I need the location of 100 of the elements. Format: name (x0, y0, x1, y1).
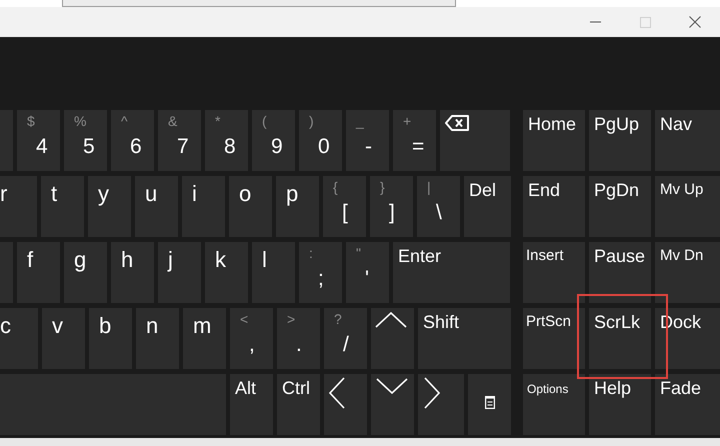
key[interactable]: Nav (655, 110, 720, 171)
shift-symbol: ( (262, 113, 267, 129)
key[interactable]: k (205, 242, 248, 303)
key[interactable]: v (42, 308, 85, 369)
shift-symbol: ) (309, 113, 314, 129)
key[interactable]: n (136, 308, 179, 369)
key[interactable] (324, 374, 367, 435)
key[interactable]: " ' (346, 242, 389, 303)
key[interactable]: ) 0 (299, 110, 342, 171)
key[interactable]: $ 4 (17, 110, 60, 171)
shift-symbol: < (240, 311, 248, 327)
key[interactable]: y (88, 176, 131, 237)
key[interactable]: Ctrl (277, 374, 320, 435)
key[interactable]: Home (523, 110, 585, 171)
key[interactable]: > . (277, 308, 320, 369)
key[interactable]: & 7 (158, 110, 201, 171)
key[interactable]: c (0, 308, 38, 369)
key[interactable]: f (17, 242, 60, 303)
key-label: t (51, 180, 58, 208)
shift-symbol: | (427, 179, 431, 195)
key[interactable] (468, 374, 511, 435)
key[interactable]: < , (230, 308, 273, 369)
shift-symbol: " (356, 245, 361, 261)
key-label: Options (527, 381, 568, 398)
shift-symbol: : (309, 245, 313, 261)
shift-symbol: & (168, 113, 178, 129)
key[interactable]: End (523, 176, 585, 237)
minimize-icon (590, 21, 600, 23)
key[interactable]: ^ 6 (111, 110, 154, 171)
key-label: f (27, 246, 34, 274)
key[interactable]: Mv Up (655, 176, 720, 237)
key[interactable]: _ - (346, 110, 389, 171)
key[interactable]: Shift (418, 308, 511, 369)
key[interactable]: o (229, 176, 272, 237)
key[interactable]: g (64, 242, 107, 303)
key-label: ] (389, 200, 395, 226)
key-label: , (249, 332, 255, 358)
key[interactable]: * 8 (205, 110, 248, 171)
key[interactable]: ( 9 (252, 110, 295, 171)
key[interactable]: Mv Dn (655, 242, 720, 303)
key-label: r (0, 180, 8, 208)
key[interactable]: r (0, 176, 37, 237)
key[interactable]: Insert (523, 242, 585, 303)
key-label: ScrLk (594, 311, 640, 334)
key[interactable]: t (41, 176, 84, 237)
key[interactable]: Fade (655, 374, 720, 435)
key[interactable] (440, 110, 510, 171)
key-label: 0 (318, 134, 330, 160)
key[interactable]: m (183, 308, 226, 369)
key[interactable]: { [ (323, 176, 366, 237)
key-label: Nav (660, 113, 692, 136)
key-label: p (286, 180, 298, 208)
key-label: n (146, 312, 158, 340)
key-label: k (215, 246, 226, 274)
key[interactable]: Pause (589, 242, 651, 303)
key-label: g (74, 246, 86, 274)
key[interactable] (418, 374, 464, 435)
key[interactable]: b (89, 308, 132, 369)
key[interactable]: Enter (393, 242, 510, 303)
shift-symbol: > (287, 311, 296, 327)
key[interactable]: Del (464, 176, 511, 237)
key-label: \ (436, 200, 442, 226)
key-label: [ (342, 200, 348, 226)
key[interactable]: } ] (370, 176, 413, 237)
key-label: PgDn (594, 179, 640, 202)
key-label: b (99, 312, 112, 340)
key[interactable]: i (182, 176, 225, 237)
key-label: j (168, 246, 173, 274)
key[interactable]: : ; (299, 242, 342, 303)
key[interactable] (371, 374, 414, 435)
key-label: m (193, 312, 212, 340)
key[interactable]: | \ (417, 176, 460, 237)
key[interactable]: PrtScn (523, 308, 585, 369)
key[interactable]: PgUp (589, 110, 651, 171)
key-label: 4 (36, 134, 48, 160)
key[interactable]: p (276, 176, 319, 237)
key[interactable]: u (135, 176, 178, 237)
key[interactable]: ScrLk (589, 308, 651, 369)
key[interactable]: Alt (230, 374, 273, 435)
shift-symbol: $ (27, 113, 35, 129)
key[interactable]: PgDn (589, 176, 651, 237)
key[interactable]: Help (589, 374, 651, 435)
key-label: ' (365, 266, 370, 292)
key-label: Del (469, 179, 496, 202)
key[interactable] (371, 308, 414, 369)
key-label: PgUp (594, 113, 640, 136)
key-label: = (412, 134, 424, 160)
key-label: ; (318, 266, 324, 292)
key-label: Enter (398, 245, 442, 268)
backspace-icon (445, 115, 469, 131)
key-label: Shift (423, 311, 460, 334)
key[interactable]: ? / (324, 308, 367, 369)
key[interactable]: j (158, 242, 201, 303)
key[interactable]: h (111, 242, 154, 303)
key[interactable]: % 5 (64, 110, 107, 171)
key[interactable]: + = (393, 110, 436, 171)
key[interactable]: Options (523, 374, 585, 435)
key[interactable]: l (252, 242, 295, 303)
key-label: u (145, 180, 158, 208)
key-label: . (296, 332, 302, 358)
